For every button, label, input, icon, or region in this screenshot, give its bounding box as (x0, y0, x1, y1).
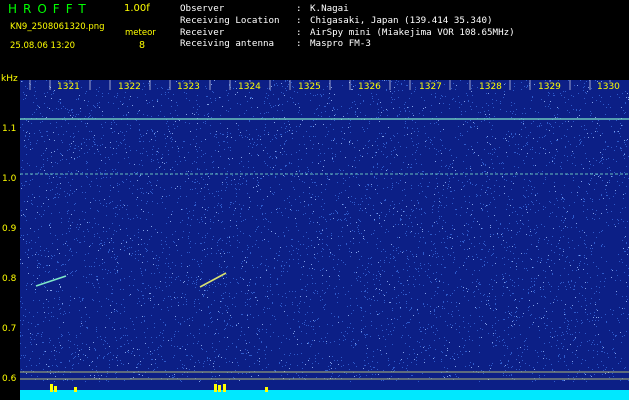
y-tick-label: 0.7 (2, 324, 17, 334)
info-sep: : (296, 14, 302, 26)
power-spike (50, 384, 53, 392)
info-sep: : (296, 26, 302, 38)
info-value: Chigasaki, Japan (139.414 35.340) (310, 14, 493, 26)
x-tick-label: 1323 (176, 82, 201, 92)
file-name: KN9_2508061320.png (10, 22, 105, 32)
x-tick-label: 1330 (596, 82, 621, 92)
mode-label: meteor (125, 28, 156, 38)
x-tick-label: 1328 (478, 82, 503, 92)
x-tick-label: 1329 (537, 82, 562, 92)
info-row-receiver: Receiver: AirSpy mini (Miakejima VOR 108.… (180, 27, 515, 39)
power-spike (54, 386, 57, 392)
y-tick-label: 1.0 (2, 174, 17, 184)
power-spike (223, 384, 226, 392)
x-tick-label: 1327 (418, 82, 443, 92)
x-tick-label: 1321 (56, 82, 81, 92)
power-spike (74, 387, 77, 392)
y-tick-label: 0.8 (2, 274, 17, 284)
x-tick-label: 1325 (297, 82, 322, 92)
info-value: Maspro FM-3 (310, 38, 371, 50)
info-value: AirSpy mini (Miakejima VOR 108.65MHz) (310, 26, 515, 38)
info-sep: : (296, 38, 302, 50)
y-tick-label: 0.6 (2, 374, 17, 384)
header-panel: HROFFT 1.00f KN9_2508061320.png meteor 2… (0, 0, 629, 74)
power-spike (218, 385, 221, 392)
y-unit-label: kHz (1, 74, 18, 84)
power-spike (214, 384, 217, 392)
info-key: Receiver (180, 26, 225, 38)
y-tick-label: 1.1 (2, 124, 17, 134)
info-sep: : (296, 3, 302, 14)
power-baseline (20, 390, 629, 400)
app-title: HROFFT (8, 2, 92, 16)
power-spike (265, 387, 268, 392)
info-key: Receiving Location (180, 14, 280, 26)
info-row-location: Receiving Location: Chigasaki, Japan (139… (180, 15, 515, 27)
x-tick-label: 1324 (237, 82, 262, 92)
station-info: Observer: K.Nagai Receiving Location: Chig… (180, 3, 515, 50)
version-label: 1.00f (124, 3, 150, 14)
info-row-observer: Observer: K.Nagai (180, 3, 515, 15)
info-key: Observer (180, 3, 225, 14)
x-tick-label: 1326 (357, 82, 382, 92)
date-time: 25.08.06 13:20 (10, 41, 76, 51)
info-row-antenna: Receiving antenna: Maspro FM-3 (180, 38, 515, 50)
echo-count: 8 (139, 40, 146, 51)
x-tick-label: 1322 (117, 82, 142, 92)
info-key: Receiving antenna (180, 38, 275, 50)
spectrogram-plot (20, 80, 629, 400)
y-tick-label: 0.9 (2, 224, 17, 234)
info-value: K.Nagai (310, 3, 349, 14)
